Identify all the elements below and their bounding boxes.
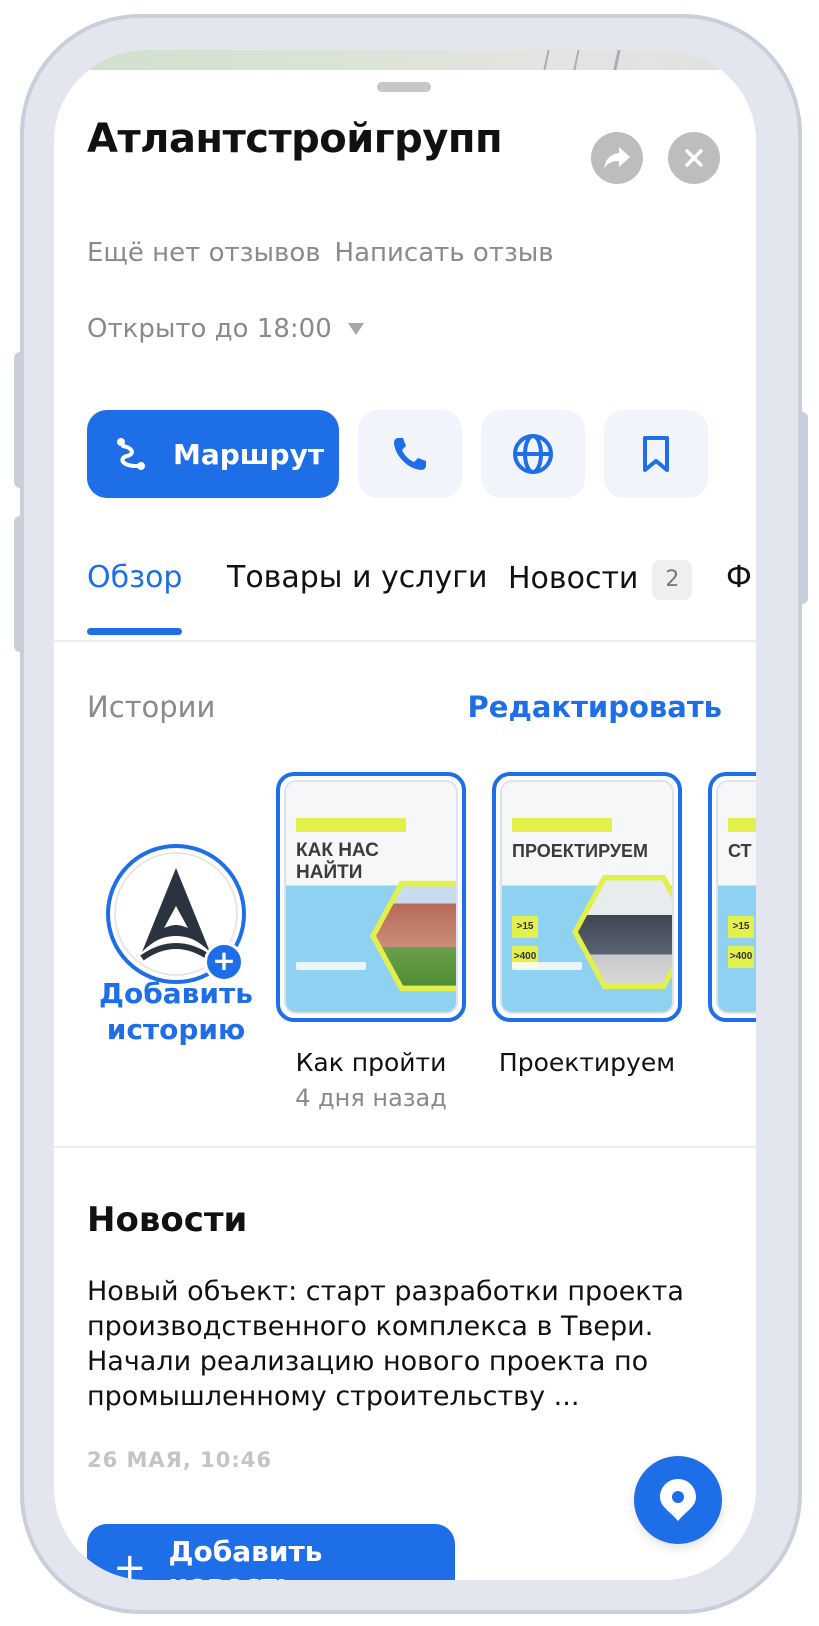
chevron-down-icon <box>347 323 364 335</box>
story-thumbnail: СТ >15 >400 <box>716 780 756 1014</box>
company-logo <box>140 868 212 961</box>
bookmark-button[interactable] <box>604 410 708 498</box>
stories-heading: Истории <box>87 690 216 724</box>
stat-badge: >15 <box>728 916 754 938</box>
close-icon <box>685 149 703 167</box>
stat-badge: >400 <box>728 946 754 968</box>
building-photo <box>376 886 456 986</box>
tab-news[interactable]: Новости 2 <box>508 560 693 600</box>
phone-screen: Атлантстройгрупп Ещё нет отзывов Написать… <box>54 50 756 1580</box>
story-thumbnail: КАК НАС НАЙТИ <box>284 780 458 1014</box>
story-date: 4 дня назад <box>295 1084 447 1112</box>
website-button[interactable] <box>481 410 585 498</box>
story-headline: ПРОЕКТИРУЕМ <box>512 841 649 861</box>
tab-bar: Обзор Товары и услуги Новости 2 Ф <box>54 560 756 640</box>
bookmark-icon <box>643 436 669 472</box>
route-icon <box>111 434 151 474</box>
plus-icon: + <box>113 1545 147 1580</box>
tab-overview[interactable]: Обзор <box>87 560 182 595</box>
story-card[interactable]: СТ >15 >400 <box>708 772 756 1022</box>
tabs-divider <box>54 640 756 642</box>
active-tab-indicator <box>87 628 182 635</box>
route-button[interactable]: Маршрут <box>87 410 339 498</box>
place-title: Атлантстройгрупп <box>87 116 503 162</box>
story-caption: Проектируем <box>498 1048 676 1077</box>
place-card-sheet: Атлантстройгрупп Ещё нет отзывов Написать… <box>54 70 756 1580</box>
edit-stories-link[interactable]: Редактировать <box>468 690 722 724</box>
tab-products-services[interactable]: Товары и услуги <box>227 560 487 595</box>
map-pin-icon <box>660 1479 696 1521</box>
stories-divider <box>54 1146 756 1148</box>
close-button[interactable] <box>668 132 720 184</box>
news-count-badge: 2 <box>652 560 693 600</box>
story-card[interactable]: КАК НАС НАЙТИ <box>276 772 466 1022</box>
my-location-button[interactable] <box>634 1456 722 1544</box>
story-thumbnail: ПРОЕКТИРУЕМ >15 >400 <box>500 780 674 1014</box>
phone-frame: Атлантстройгрупп Ещё нет отзывов Написать… <box>20 14 802 1614</box>
share-button[interactable] <box>591 132 643 184</box>
share-icon <box>604 147 630 169</box>
story-headline: КАК НАС НАЙТИ <box>296 840 379 883</box>
news-text[interactable]: Новый объект: старт разработки проекта п… <box>87 1274 707 1414</box>
add-story-label[interactable]: Добавить историю <box>84 976 268 1048</box>
building-render <box>578 880 672 984</box>
tab-news-label: Новости <box>508 561 639 596</box>
reviews-row: Ещё нет отзывов Написать отзыв <box>87 238 554 268</box>
hours-text: Открыто до 18:00 <box>87 314 332 344</box>
add-news-button[interactable]: + Добавить новость <box>87 1524 455 1580</box>
add-news-label: Добавить новость <box>168 1535 323 1580</box>
sheet-drag-handle[interactable] <box>377 82 431 92</box>
route-label: Маршрут <box>173 437 325 471</box>
stat-badge: >15 <box>512 916 538 938</box>
tab-photos[interactable]: Ф <box>726 560 752 595</box>
story-card[interactable]: ПРОЕКТИРУЕМ >15 >400 <box>492 772 682 1022</box>
news-heading: Новости <box>87 1200 248 1240</box>
phone-icon <box>394 438 426 470</box>
call-button[interactable] <box>358 410 462 498</box>
news-date: 26 МАЯ, 10:46 <box>87 1448 272 1472</box>
story-headline: СТ <box>728 841 752 861</box>
write-review-link[interactable]: Написать отзыв <box>335 238 554 268</box>
no-reviews-text: Ещё нет отзывов <box>87 238 321 268</box>
globe-icon <box>513 434 553 474</box>
opening-hours[interactable]: Открыто до 18:00 <box>87 314 364 344</box>
story-caption: Как пройти <box>295 1048 447 1077</box>
